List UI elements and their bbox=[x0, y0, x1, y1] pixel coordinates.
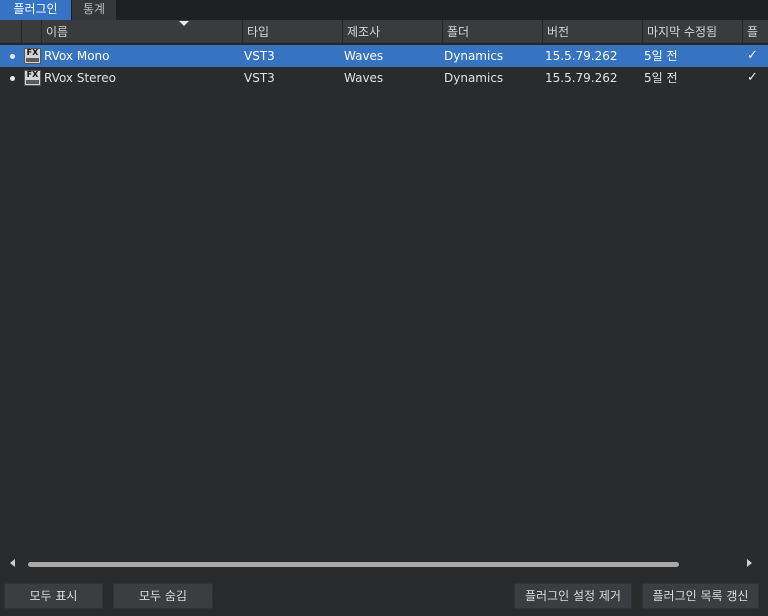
column-header-status[interactable] bbox=[0, 20, 22, 43]
table-row[interactable]: FX RVox Mono VST3 Waves Dynamics 15.5.79… bbox=[0, 45, 768, 67]
cell-type: VST3 bbox=[244, 71, 275, 85]
cell-vendor: Waves bbox=[344, 49, 384, 63]
sort-descending-icon bbox=[179, 21, 189, 26]
column-header-type[interactable]: 타입 bbox=[243, 20, 343, 43]
scrollbar-thumb[interactable] bbox=[28, 562, 679, 567]
tab-bar: 플러그인 통계 bbox=[0, 0, 768, 20]
column-header-name[interactable]: 이름 bbox=[42, 20, 243, 43]
cell-modified: 5일 전 bbox=[644, 49, 678, 63]
tab-statistics[interactable]: 통계 bbox=[72, 0, 116, 20]
cell-name: RVox Stereo bbox=[44, 71, 116, 85]
scroll-left-arrow-icon[interactable] bbox=[10, 559, 15, 567]
fx-icon-label: FX bbox=[26, 70, 39, 79]
column-header-modified[interactable]: 마지막 수정됨 bbox=[643, 20, 743, 43]
tab-plugins[interactable]: 플러그인 bbox=[0, 0, 71, 20]
cell-version: 15.5.79.262 bbox=[545, 71, 618, 85]
column-header-name-label: 이름 bbox=[46, 25, 69, 39]
cell-folder: Dynamics bbox=[444, 71, 504, 85]
status-dot-icon bbox=[10, 54, 15, 59]
cell-version: 15.5.79.262 bbox=[545, 49, 618, 63]
column-header-vendor[interactable]: 제조사 bbox=[343, 20, 443, 43]
column-header-version[interactable]: 버전 bbox=[543, 20, 643, 43]
cell-folder: Dynamics bbox=[444, 49, 504, 63]
column-header-enabled[interactable]: 플 bbox=[743, 20, 768, 43]
fx-icon-label: FX bbox=[26, 48, 39, 57]
refresh-plugin-list-button[interactable]: 플러그인 목록 갱신 bbox=[642, 583, 759, 609]
table-header: 이름 타입 제조사 폴더 버전 마지막 수정됨 플 bbox=[0, 20, 768, 44]
enabled-checkbox[interactable]: ✓ bbox=[747, 45, 758, 67]
hide-all-button[interactable]: 모두 숨김 bbox=[113, 583, 213, 609]
column-header-folder[interactable]: 폴더 bbox=[443, 20, 543, 43]
cell-vendor: Waves bbox=[344, 71, 384, 85]
enabled-checkbox[interactable]: ✓ bbox=[747, 67, 758, 89]
table-row[interactable]: FX RVox Stereo VST3 Waves Dynamics 15.5.… bbox=[0, 67, 768, 89]
fx-plugin-icon: FX bbox=[24, 48, 41, 64]
fx-plugin-icon: FX bbox=[24, 70, 41, 86]
column-header-icon[interactable] bbox=[22, 20, 42, 43]
status-dot-icon bbox=[10, 76, 15, 81]
cell-modified: 5일 전 bbox=[644, 71, 678, 85]
cell-name: RVox Mono bbox=[44, 49, 110, 63]
cell-type: VST3 bbox=[244, 49, 275, 63]
remove-plugin-settings-button[interactable]: 플러그인 설정 제거 bbox=[514, 583, 632, 609]
show-all-button[interactable]: 모두 표시 bbox=[4, 583, 103, 609]
scroll-right-arrow-icon[interactable] bbox=[747, 559, 752, 567]
